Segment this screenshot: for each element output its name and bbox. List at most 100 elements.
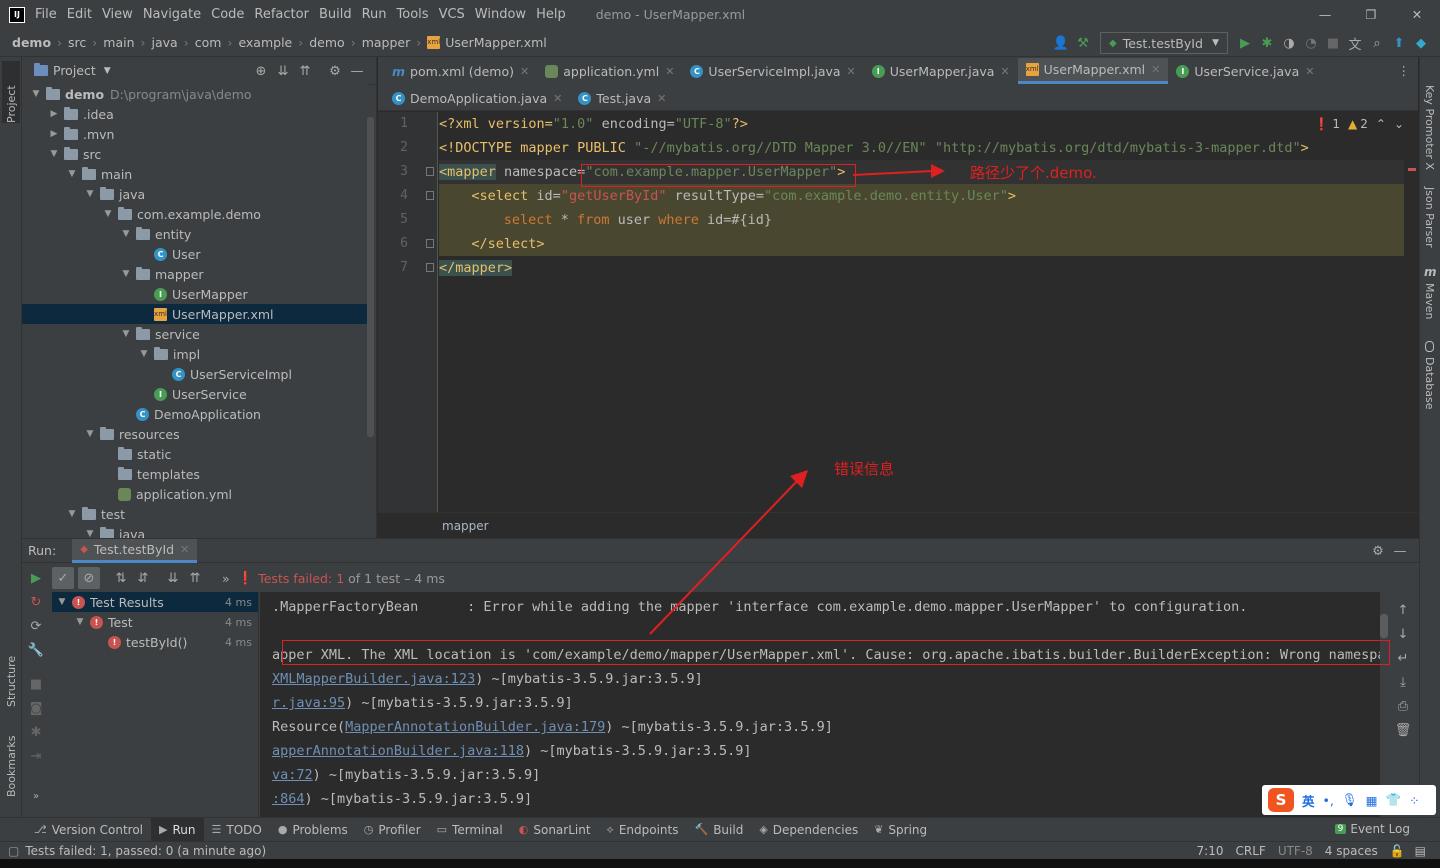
console-line[interactable]: :864) ~[mybatis-3.5.9.jar:3.5.9] bbox=[272, 787, 1380, 811]
expand-all-icon[interactable]: ⇊ bbox=[162, 567, 184, 589]
sidebar-tab-database[interactable]: Database bbox=[1423, 357, 1436, 410]
sidebar-tab-key-promoter[interactable]: Key Promoter X bbox=[1423, 85, 1436, 170]
console-line[interactable]: r.java:95) ~[mybatis-3.5.9.jar:3.5.9] bbox=[272, 691, 1380, 715]
locate-icon[interactable]: ⊕ bbox=[250, 60, 272, 82]
run-icon[interactable]: ▶ bbox=[1234, 32, 1256, 54]
test-tree-item[interactable]: ▼! Test 4 ms bbox=[52, 612, 258, 632]
project-tree-item[interactable]: xml UserMapper.xml bbox=[22, 304, 368, 324]
chevron-down-icon[interactable]: ▼ bbox=[138, 349, 150, 359]
sidebar-tab-maven[interactable]: Maven bbox=[1423, 283, 1436, 319]
print-icon[interactable]: ⎙ bbox=[1392, 695, 1414, 717]
debug-icon[interactable]: ✱ bbox=[1256, 32, 1278, 54]
project-tree-item[interactable]: ▼ main bbox=[22, 164, 368, 184]
close-tab-icon[interactable]: ✕ bbox=[1151, 63, 1160, 76]
rerun-failed-icon[interactable]: ↻ bbox=[25, 591, 47, 613]
voice-icon[interactable]: 🎙 bbox=[1342, 792, 1358, 808]
code-area[interactable]: <?xml version="1.0" encoding="UTF-8"?> <!… bbox=[439, 112, 1404, 280]
line-number[interactable]: 6 bbox=[378, 232, 418, 256]
project-tree-item[interactable]: ▼ demo D:\program\java\demo bbox=[22, 84, 368, 104]
project-tree-item[interactable]: templates bbox=[22, 464, 368, 484]
more-tabs-icon[interactable]: ⋮ bbox=[1398, 63, 1411, 78]
project-tree-item[interactable]: ▼ service bbox=[22, 324, 368, 344]
wrench-icon[interactable]: 🔧 bbox=[25, 639, 47, 661]
menu-item-run[interactable]: Run bbox=[362, 7, 387, 22]
more-icon[interactable]: » bbox=[222, 571, 230, 586]
console-output[interactable]: .MapperFactoryBean : Error while adding … bbox=[260, 592, 1380, 818]
tool-window-problems[interactable]: ● Problems bbox=[270, 818, 356, 842]
console-line[interactable]: apperAnnotationBuilder.java:118) ~[mybat… bbox=[272, 739, 1380, 763]
status-left-icon[interactable]: ▢ bbox=[8, 844, 19, 858]
toggle-auto-test-icon[interactable]: ⟳ bbox=[25, 615, 47, 637]
breadcrumb-item[interactable]: demo bbox=[309, 35, 344, 50]
run-config-select[interactable]: ◆ Test.testById ▼ bbox=[1100, 32, 1228, 54]
project-tree-item[interactable]: ▶ .mvn bbox=[22, 124, 368, 144]
close-tab-icon[interactable]: ✕ bbox=[657, 92, 666, 105]
editor-breadcrumb-item[interactable]: mapper bbox=[442, 519, 489, 533]
breadcrumb-item[interactable]: src bbox=[68, 35, 86, 50]
test-tree-item[interactable]: ! testById() 4 ms bbox=[52, 632, 258, 652]
project-tree-item[interactable]: ▼ mapper bbox=[22, 264, 368, 284]
skin-icon[interactable]: 👕 bbox=[1386, 792, 1402, 808]
breadcrumb-item[interactable]: com bbox=[195, 35, 222, 50]
close-tab-icon[interactable]: ✕ bbox=[1305, 65, 1314, 78]
menu-item-window[interactable]: Window bbox=[475, 7, 526, 22]
menu-item-help[interactable]: Help bbox=[536, 7, 566, 22]
console-line[interactable]: Resource(MapperAnnotationBuilder.java:17… bbox=[272, 715, 1380, 739]
caret-position[interactable]: 7:10 bbox=[1197, 844, 1224, 858]
editor-tab[interactable]: application.yml ✕ bbox=[537, 58, 682, 84]
project-tree-item[interactable]: I UserService bbox=[22, 384, 368, 404]
gear-icon[interactable]: ⚙ bbox=[324, 60, 346, 82]
breadcrumb-item[interactable]: example bbox=[238, 35, 292, 50]
sidebar-tab-structure[interactable]: Structure bbox=[2, 643, 20, 707]
chevron-down-icon[interactable]: ▼ bbox=[66, 509, 78, 519]
stacktrace-link[interactable]: :864 bbox=[272, 791, 305, 807]
close-tab-icon[interactable]: ✕ bbox=[180, 543, 189, 556]
update-icon[interactable]: ⬆ bbox=[1388, 32, 1410, 54]
breadcrumb-item[interactable]: main bbox=[103, 35, 134, 50]
project-tree-item[interactable]: ▼ entity bbox=[22, 224, 368, 244]
tool-window-terminal[interactable]: ▭ Terminal bbox=[429, 818, 511, 842]
breadcrumb-item[interactable]: java bbox=[152, 35, 178, 50]
project-tree-item[interactable]: ▼ impl bbox=[22, 344, 368, 364]
line-number[interactable]: 5 bbox=[378, 208, 418, 232]
code-line[interactable]: </select> bbox=[439, 232, 1404, 256]
chevron-down-icon[interactable]: ▼ bbox=[84, 189, 96, 199]
inspection-widget[interactable]: ❗ 1 ▲ 2 ⌃ ⌄ bbox=[1314, 117, 1404, 131]
expand-all-icon[interactable]: ⇊ bbox=[272, 60, 294, 82]
chevron-down-icon[interactable]: ▼ bbox=[120, 329, 132, 339]
project-tree-item[interactable]: C User bbox=[22, 244, 368, 264]
rerun-icon[interactable]: ▶ bbox=[25, 567, 47, 589]
tool-window-spring[interactable]: ❦ Spring bbox=[866, 818, 935, 842]
arrow-up-icon[interactable]: ↑ bbox=[1392, 599, 1414, 621]
line-number[interactable]: 7 bbox=[378, 256, 418, 280]
camera-icon[interactable]: ◙ bbox=[25, 697, 47, 719]
menu-item-edit[interactable]: Edit bbox=[67, 7, 92, 22]
ime-toolbar[interactable]: S 英 •, 🎙 ▦ 👕 ⁘ bbox=[1262, 785, 1436, 815]
stacktrace-link[interactable]: r.java:95 bbox=[272, 695, 345, 711]
console-line[interactable]: XMLMapperBuilder.java:123) ~[mybatis-3.5… bbox=[272, 667, 1380, 691]
sidebar-tab-project[interactable]: Project bbox=[2, 61, 20, 123]
menu-grid-icon[interactable]: ⁘ bbox=[1409, 793, 1419, 808]
show-ignored-toggle[interactable]: ⊘ bbox=[78, 567, 100, 589]
tool-window-todo[interactable]: ☰ TODO bbox=[204, 818, 270, 842]
build-hammer-icon[interactable]: ⚒ bbox=[1072, 32, 1094, 54]
console-line[interactable]: va:72) ~[mybatis-3.5.9.jar:3.5.9] bbox=[272, 763, 1380, 787]
tool-window-version-control[interactable]: ⎇ Version Control bbox=[26, 818, 151, 842]
line-number[interactable]: 2 bbox=[378, 136, 418, 160]
editor-tab[interactable]: C Test.java ✕ bbox=[570, 85, 674, 111]
search-icon[interactable]: ⌕ bbox=[1366, 32, 1388, 54]
chevron-down-icon[interactable]: ▼ bbox=[30, 89, 42, 99]
chevron-right-icon[interactable]: ▶ bbox=[48, 129, 60, 139]
chevron-down-icon[interactable]: ▼ bbox=[120, 269, 132, 279]
editor-tab[interactable]: C UserServiceImpl.java ✕ bbox=[682, 58, 863, 84]
project-tree-item[interactable]: ▼ src bbox=[22, 144, 368, 164]
chevron-down-icon[interactable]: ▼ bbox=[56, 597, 68, 607]
close-button[interactable]: ✕ bbox=[1394, 7, 1440, 22]
breadcrumb-item[interactable]: mapper bbox=[362, 35, 411, 50]
show-passed-toggle[interactable]: ✓ bbox=[52, 567, 74, 589]
project-tree-item[interactable]: static bbox=[22, 444, 368, 464]
editor-tab[interactable]: m pom.xml (demo) ✕ bbox=[384, 58, 537, 84]
editor-tab[interactable]: C DemoApplication.java ✕ bbox=[384, 85, 570, 111]
fold-marker-mapper[interactable] bbox=[426, 167, 434, 176]
test-tree-item[interactable]: ▼! Test Results 4 ms bbox=[52, 592, 258, 612]
